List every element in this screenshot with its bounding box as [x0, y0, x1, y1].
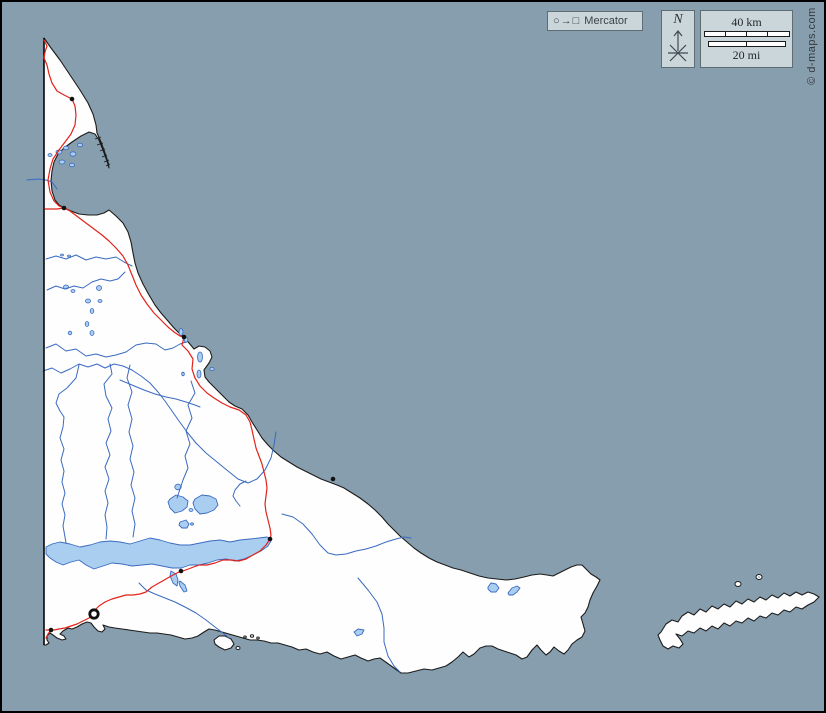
north-label: N	[673, 12, 682, 27]
compass-icon	[661, 27, 695, 67]
compass-box: N	[661, 10, 695, 68]
pond	[90, 309, 94, 314]
pond	[78, 143, 83, 147]
pond	[86, 299, 91, 303]
islet-6	[236, 647, 240, 650]
isla-grande-tierra-del-fuego	[44, 38, 600, 673]
islet-1	[735, 582, 741, 587]
pond	[191, 523, 194, 525]
pond	[71, 290, 75, 293]
pond	[70, 152, 76, 156]
city-dot	[331, 477, 336, 482]
pond	[70, 163, 75, 167]
islet-2-lagoon	[758, 576, 760, 578]
islet-3	[244, 636, 247, 638]
map-stage: ○→□ Mercator N 40 km 20 mi © d-maps.com	[0, 0, 826, 713]
city-dot	[49, 628, 54, 633]
pond	[61, 254, 64, 256]
pond	[59, 160, 65, 164]
isla-de-los-estados	[658, 592, 819, 649]
pond	[210, 367, 214, 370]
pond	[68, 255, 71, 257]
pond	[85, 322, 89, 327]
scale-mi-label: 20 mi	[733, 49, 761, 62]
scale-km-bar	[704, 31, 790, 37]
scale-bar-box: 40 km 20 mi	[700, 10, 793, 68]
city-dot	[70, 97, 75, 102]
city-dot	[179, 569, 184, 574]
pond	[182, 372, 185, 376]
pond	[179, 329, 183, 336]
city-dot	[268, 537, 273, 542]
map-canvas[interactable]	[2, 2, 824, 711]
city-dot	[62, 206, 67, 211]
pond	[64, 146, 69, 150]
projection-label-box: ○→□ Mercator	[547, 11, 643, 31]
pond	[97, 286, 102, 291]
scale-km-label: 40 km	[731, 16, 761, 29]
capital-ring	[90, 610, 98, 618]
pond	[90, 331, 94, 336]
islet-5	[257, 637, 260, 639]
scale-mi-bar	[708, 41, 786, 47]
pond	[189, 509, 193, 512]
city-dot	[182, 335, 187, 340]
pond	[48, 154, 52, 157]
pond	[198, 352, 203, 362]
islet-4	[250, 635, 253, 637]
pond	[68, 331, 72, 335]
pond	[197, 370, 201, 378]
projection-name: Mercator	[584, 15, 627, 27]
river	[27, 179, 57, 189]
projection-icon: ○→□	[553, 15, 580, 27]
pond	[98, 300, 102, 303]
island-beagle-channel	[214, 636, 234, 650]
copyright-text: © d-maps.com	[805, 1, 819, 91]
